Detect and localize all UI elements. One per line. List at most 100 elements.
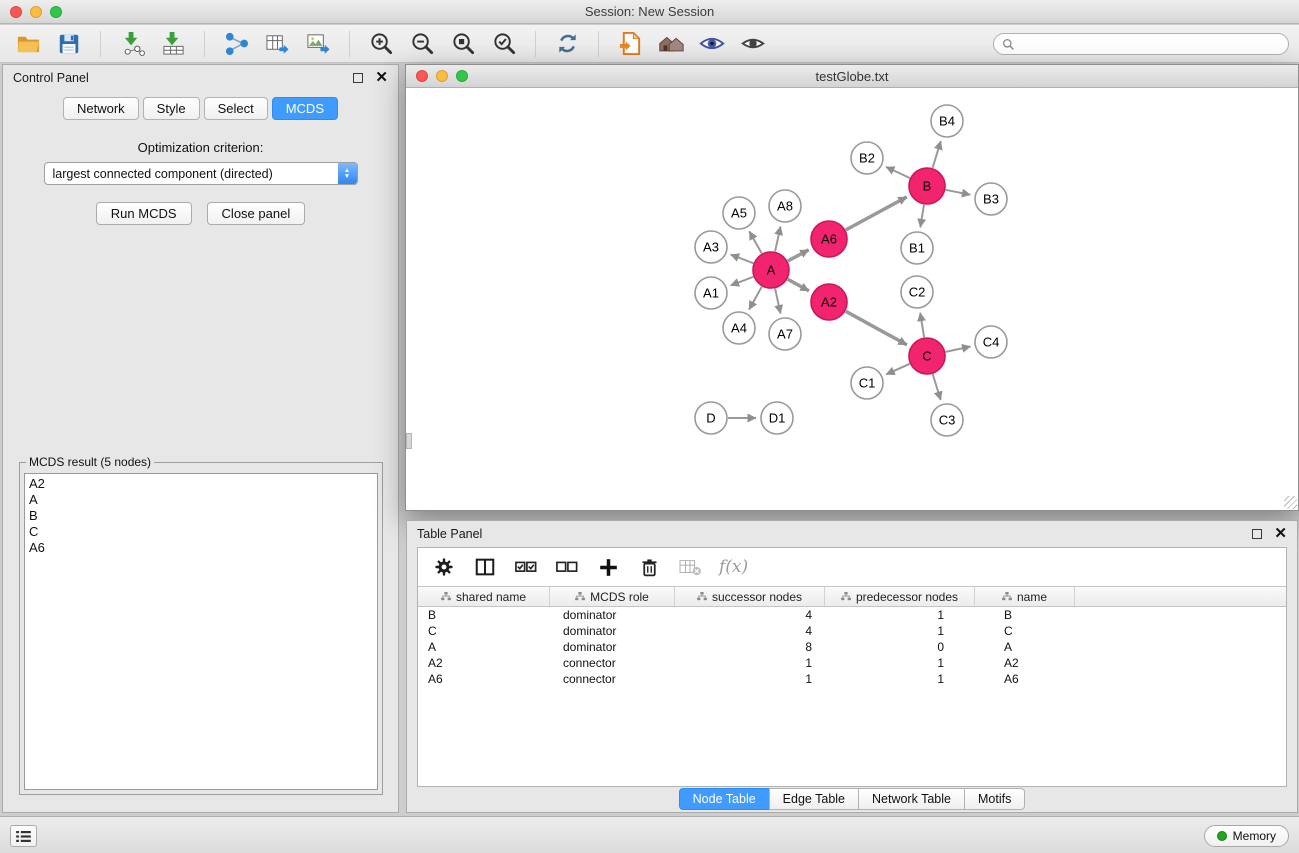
graph-edge-B-B3[interactable] [946,190,971,195]
graph-node-A1[interactable]: A1 [695,277,727,309]
tab-select[interactable]: Select [204,97,268,120]
graph-node-A3[interactable]: A3 [695,231,727,263]
zoom-selected-icon[interactable] [490,30,518,58]
tab-node-table[interactable]: Node Table [679,788,770,810]
zoom-in-icon[interactable] [367,30,395,58]
delete-table-icon[interactable] [678,555,702,579]
save-session-icon[interactable] [55,30,83,58]
graph-edge-A-A1[interactable] [731,277,754,286]
table-row[interactable]: A dominator 8 0 A [418,639,1286,655]
graph-edge-A-A5[interactable] [749,231,761,253]
graph-edge-C-C4[interactable] [946,347,971,352]
open-file-icon[interactable] [14,30,42,58]
graph-node-C1[interactable]: C1 [851,367,883,399]
graph-node-A8[interactable]: A8 [769,190,801,222]
table-row[interactable]: A6 connector 1 1 A6 [418,671,1286,687]
zoom-window-button[interactable] [50,6,62,18]
list-item[interactable]: B [29,508,373,524]
resize-grip[interactable] [1284,496,1297,509]
minimize-network-window-button[interactable] [436,70,448,82]
search-box[interactable] [993,33,1289,55]
graph-node-C2[interactable]: C2 [901,276,933,308]
table-settings-gear-icon[interactable] [432,555,456,579]
tab-network-table[interactable]: Network Table [858,788,965,810]
graph-edge-A-A6[interactable] [788,250,809,261]
list-item[interactable]: C [29,524,373,540]
tab-network[interactable]: Network [63,97,139,120]
run-mcds-button[interactable]: Run MCDS [96,202,192,225]
zoom-out-icon[interactable] [408,30,436,58]
graph-edge-C-C2[interactable] [920,313,924,338]
graph-edge-A-A3[interactable] [731,255,754,264]
graph-edge-A-A8[interactable] [775,227,780,252]
graph-node-A[interactable]: A [753,252,789,288]
graph-edge-B-B1[interactable] [920,205,924,228]
column-header[interactable]: shared name [418,587,550,606]
tab-style[interactable]: Style [143,97,200,120]
tab-edge-table[interactable]: Edge Table [769,788,859,810]
minimize-window-button[interactable] [30,6,42,18]
graph-node-B2[interactable]: B2 [851,142,883,174]
select-all-icon[interactable] [514,555,538,579]
graph-node-B1[interactable]: B1 [901,232,933,264]
close-panel-icon[interactable]: ✕ [375,73,388,83]
import-table-icon[interactable] [159,30,187,58]
network-canvas[interactable]: B4B2BB3A5A8A6A3B1AA1C2A2A4A7C4CC1C3DD1 [406,88,1298,510]
list-item[interactable]: A6 [29,540,373,556]
graph-edge-A-A4[interactable] [749,287,762,310]
graph-node-D1[interactable]: D1 [761,402,793,434]
memory-button[interactable]: Memory [1204,825,1289,847]
optimization-dropdown[interactable]: largest connected component (directed) ▲… [44,162,358,185]
graph-node-B4[interactable]: B4 [931,105,963,137]
import-network-icon[interactable] [118,30,146,58]
new-network-icon[interactable] [222,30,250,58]
add-column-icon[interactable] [596,555,620,579]
graph-node-D[interactable]: D [695,402,727,434]
graph-edge-B-B2[interactable] [886,167,910,178]
graph-edge-A2-C[interactable] [846,311,907,345]
float-panel-icon[interactable] [353,73,363,83]
table-row[interactable]: B dominator 4 1 B [418,607,1286,623]
export-image-icon[interactable] [304,30,332,58]
graph-node-A6[interactable]: A6 [811,221,847,257]
show-details-icon[interactable] [739,30,767,58]
graph-edge-A-A7[interactable] [775,289,780,314]
task-history-button[interactable] [10,825,37,847]
float-table-panel-icon[interactable] [1252,529,1262,539]
export-table-icon[interactable] [263,30,291,58]
graph-node-B[interactable]: B [909,168,945,204]
graph-node-C[interactable]: C [909,338,945,374]
show-columns-icon[interactable] [473,555,497,579]
graph-edge-B-B4[interactable] [933,141,941,168]
graph-edge-A-A2[interactable] [788,279,809,291]
graph-node-A2[interactable]: A2 [811,284,847,320]
graph-edge-C-C3[interactable] [933,374,941,400]
close-network-window-button[interactable] [416,70,428,82]
zoom-actual-size-icon[interactable] [449,30,477,58]
graph-node-A4[interactable]: A4 [723,312,755,344]
graph-edge-C-C1[interactable] [886,364,910,375]
network-graph[interactable]: B4B2BB3A5A8A6A3B1AA1C2A2A4A7C4CC1C3DD1 [406,88,1297,510]
graph-node-A7[interactable]: A7 [769,318,801,350]
network-overview-icon[interactable] [657,30,685,58]
deselect-all-icon[interactable] [555,555,579,579]
graph-node-C3[interactable]: C3 [931,404,963,436]
search-input[interactable] [1020,37,1280,51]
function-builder-icon[interactable]: f(x) [719,557,748,577]
close-table-panel-icon[interactable]: ✕ [1274,529,1287,539]
paint-style-icon[interactable] [698,30,726,58]
zoom-network-window-button[interactable] [456,70,468,82]
delete-column-icon[interactable] [637,555,661,579]
close-window-button[interactable] [10,6,22,18]
graph-node-A5[interactable]: A5 [723,197,755,229]
graph-edge-A6-B[interactable] [846,197,907,230]
column-header[interactable]: predecessor nodes [825,587,975,606]
splitter-grip[interactable] [406,433,412,449]
column-header[interactable]: name [975,587,1075,606]
import-session-icon[interactable] [616,30,644,58]
refresh-view-icon[interactable] [553,30,581,58]
column-header[interactable]: successor nodes [675,587,825,606]
tab-mcds[interactable]: MCDS [272,97,338,120]
graph-node-B3[interactable]: B3 [975,183,1007,215]
tab-motifs[interactable]: Motifs [964,788,1025,810]
